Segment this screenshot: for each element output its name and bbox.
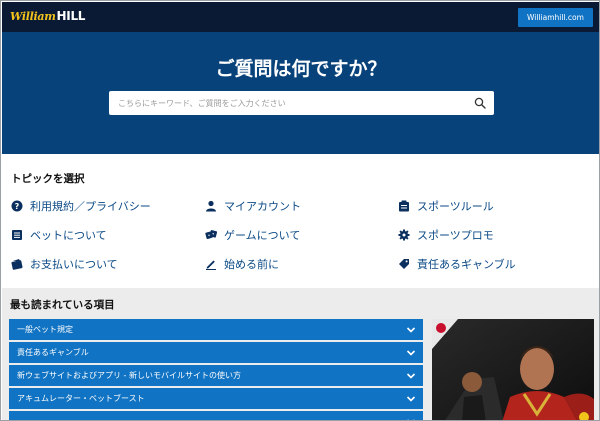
topic-label: スポーツプロモ <box>417 229 494 242</box>
clipboard-icon <box>397 199 411 213</box>
topic-label: ゲームについて <box>224 229 301 242</box>
topic-label: マイアカウント <box>224 200 301 213</box>
pen-icon <box>204 257 218 271</box>
chevron-down-icon <box>406 373 416 379</box>
topic-betting[interactable]: ベットについて <box>10 227 107 243</box>
faq-item-label: 新ウェブサイトおよびアプリ - 新しいモバイルサイトの使い方 <box>17 371 241 380</box>
topic-sports-rules[interactable]: スポーツルール <box>397 198 494 214</box>
faq-item-label: 一般ベット規定 <box>17 325 73 334</box>
faq-item-label: 責任あるギャンブル <box>17 348 89 357</box>
dice-icon <box>204 228 218 242</box>
logo-bold-text: HILL <box>56 9 86 23</box>
chevron-down-icon <box>406 396 416 402</box>
logo-script-text: William <box>10 10 56 23</box>
page-frame: William HILL Williamhill.com ご質問は何ですか？ ト… <box>0 0 600 421</box>
topics-section: トピックを選択 ? 利用規約／プライバシー マイアカウント スポーツルール ベッ… <box>2 154 599 288</box>
chevron-down-icon <box>406 350 416 356</box>
topic-label: お支払いについて <box>30 258 118 271</box>
top-bar: William HILL Williamhill.com <box>2 2 599 32</box>
question-circle-icon: ? <box>10 199 24 213</box>
faq-item-new-website-app[interactable]: 新ウェブサイトおよびアプリ - 新しいモバイルサイトの使い方 <box>9 365 423 386</box>
topics-title: トピックを選択 <box>11 173 85 185</box>
william-hill-logo[interactable]: William HILL <box>10 9 85 25</box>
list-icon <box>10 228 24 242</box>
tag-icon <box>397 257 411 271</box>
chevron-down-icon <box>406 327 416 333</box>
topic-label: スポーツルール <box>417 200 494 213</box>
search-input[interactable] <box>109 91 464 115</box>
faq-item-general-betting-rules[interactable]: 一般ベット規定 <box>9 319 423 340</box>
user-icon <box>204 199 218 213</box>
gear-icon <box>397 228 411 242</box>
topic-label: 利用規約／プライバシー <box>30 200 151 213</box>
popular-title: 最も読まれている項目 <box>10 299 115 311</box>
search-hero: ご質問は何ですか？ <box>2 32 599 154</box>
topic-my-account[interactable]: マイアカウント <box>204 198 301 214</box>
topic-responsible-gambling[interactable]: 責任あるギャンブル <box>397 256 516 272</box>
topic-label: 始める前に <box>224 258 279 271</box>
topic-payments[interactable]: お支払いについて <box>10 256 118 272</box>
faq-item-accumulator-boost[interactable]: アキュムレーター・ベットブースト <box>9 388 423 409</box>
chevron-down-icon <box>407 419 415 420</box>
search-box <box>109 91 494 115</box>
faq-item-label: アキュムレーター・ベットブースト <box>17 394 145 403</box>
topic-label: ベットについて <box>30 229 107 242</box>
topic-getting-started[interactable]: 始める前に <box>204 256 279 272</box>
search-icon[interactable] <box>474 97 486 109</box>
topic-sports-promo[interactable]: スポーツプロモ <box>397 227 494 243</box>
promo-banner-image[interactable] <box>432 319 594 420</box>
promo-photo <box>432 319 594 420</box>
wallet-icon <box>10 257 24 271</box>
faq-item-partial[interactable] <box>9 411 423 420</box>
topic-label: 責任あるギャンブル <box>417 258 516 271</box>
svg-text:?: ? <box>15 202 20 211</box>
williamhill-site-button[interactable]: Williamhill.com <box>518 8 593 27</box>
japan-flag-icon <box>436 323 446 333</box>
hero-title: ご質問は何ですか？ <box>215 58 387 80</box>
topic-terms-privacy[interactable]: ? 利用規約／プライバシー <box>10 198 151 214</box>
faq-item-responsible-gambling[interactable]: 責任あるギャンブル <box>9 342 423 363</box>
topic-games[interactable]: ゲームについて <box>204 227 300 243</box>
